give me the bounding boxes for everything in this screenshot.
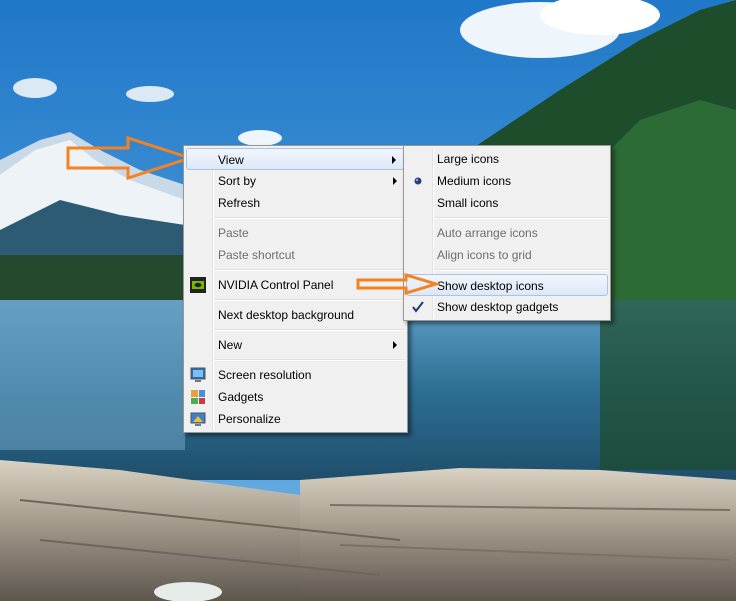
menu-separator [434,269,608,271]
screen-resolution-icon [190,367,206,382]
menu-item-new[interactable]: New [186,334,405,356]
nvidia-icon [190,277,206,293]
submenu-item-align-icons-to-grid[interactable]: Align icons to grid [406,244,608,266]
menu-item-label: New [218,338,243,352]
menu-item-label: Paste shortcut [218,248,295,262]
menu-item-label: Screen resolution [218,368,312,382]
menu-item-label: Personalize [218,412,281,426]
menu-item-label: Medium icons [437,174,512,188]
menu-item-refresh[interactable]: Refresh [186,192,405,214]
submenu-arrow-icon [393,341,397,349]
radio-bullet-icon [414,177,422,185]
menu-separator [214,359,405,361]
menu-item-label: Show desktop gadgets [437,300,559,314]
menu-item-label: Large icons [437,152,500,166]
menu-item-label: NVIDIA Control Panel [218,278,334,292]
checkmark-icon [412,301,424,313]
submenu-item-small-icons[interactable]: Small icons [406,192,608,214]
menu-item-label: Paste [218,226,249,240]
menu-item-label: Gadgets [218,390,264,404]
menu-item-label: Auto arrange icons [437,226,538,240]
menu-separator [214,299,405,301]
menu-item-label: View [218,153,244,167]
submenu-item-medium-icons[interactable]: Medium icons [406,170,608,192]
submenu-arrow-icon [392,156,396,164]
menu-separator [214,269,405,271]
menu-item-label: Sort by [218,174,257,188]
menu-item-screen-resolution[interactable]: Screen resolution [186,364,405,386]
menu-item-personalize[interactable]: Personalize [186,408,405,430]
menu-item-label: Next desktop background [218,308,355,322]
menu-item-next-desktop-background[interactable]: Next desktop background [186,304,405,326]
menu-item-paste[interactable]: Paste [186,222,405,244]
gadgets-icon [191,390,205,404]
menu-item-label: Show desktop icons [437,279,544,293]
menu-item-label: Small icons [437,196,499,210]
personalize-icon [190,412,206,426]
menu-separator [214,217,405,219]
menu-item-paste-shortcut[interactable]: Paste shortcut [186,244,405,266]
submenu-item-large-icons[interactable]: Large icons [406,148,608,170]
menu-item-gadgets[interactable]: Gadgets [186,386,405,408]
submenu-item-auto-arrange-icons[interactable]: Auto arrange icons [406,222,608,244]
submenu-item-show-desktop-gadgets[interactable]: Show desktop gadgets [406,296,608,318]
submenu-arrow-icon [393,177,397,185]
menu-item-label: Align icons to grid [437,248,532,262]
menu-item-sort-by[interactable]: Sort by [186,170,405,192]
menu-item-label: Refresh [218,196,261,210]
orange-arrow-icon [66,136,194,181]
menu-separator [214,329,405,331]
orange-arrow-icon [356,273,440,295]
menu-separator [434,217,608,219]
menu-item-view[interactable]: View [186,148,405,170]
